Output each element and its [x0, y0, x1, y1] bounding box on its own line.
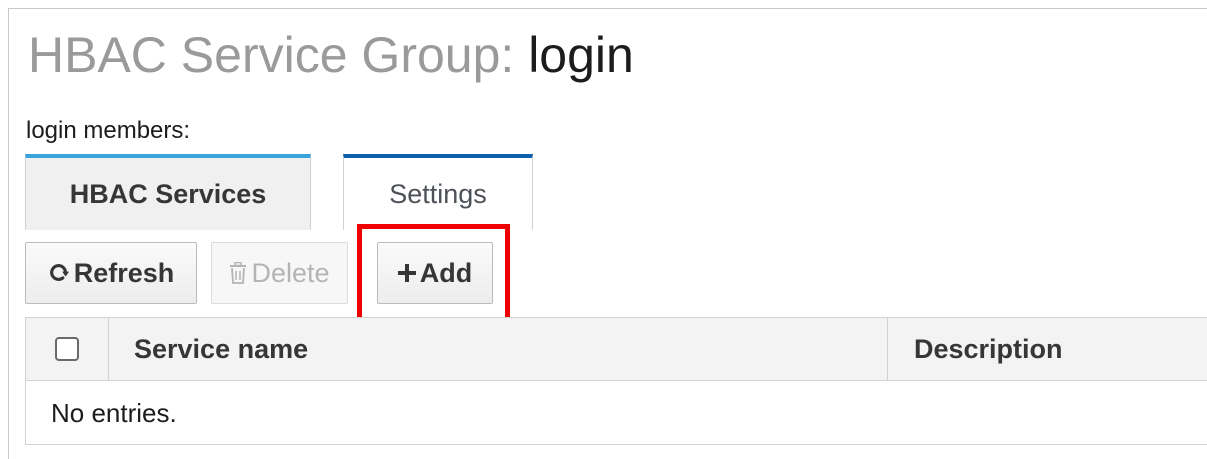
members-label: login members:	[26, 117, 191, 144]
column-header-description-label: Description	[914, 333, 1063, 364]
tab-hbac-services[interactable]: HBAC Services	[25, 154, 311, 230]
tab-settings[interactable]: Settings	[343, 154, 533, 230]
select-all-checkbox[interactable]	[55, 337, 79, 361]
refresh-icon	[48, 262, 70, 284]
column-header-service-name[interactable]: Service name	[109, 318, 888, 380]
table-header: Service name Description	[26, 318, 1207, 381]
tab-settings-label: Settings	[389, 178, 487, 209]
column-header-description[interactable]: Description	[888, 318, 1207, 380]
refresh-button[interactable]: Refresh	[25, 242, 197, 304]
column-header-service-name-label: Service name	[134, 333, 309, 364]
page-title: HBAC Service Group: login	[28, 20, 634, 90]
page-title-prefix: HBAC Service Group:	[28, 27, 515, 83]
add-button-highlight	[357, 224, 510, 322]
tab-hbac-services-label: HBAC Services	[69, 178, 267, 209]
trash-icon	[229, 262, 247, 284]
select-all-cell	[26, 318, 109, 380]
delete-button[interactable]: Delete	[211, 242, 348, 304]
delete-button-label: Delete	[251, 257, 330, 288]
refresh-button-label: Refresh	[73, 257, 175, 288]
empty-table-message: No entries.	[51, 397, 177, 428]
page-title-name: login	[528, 27, 634, 83]
members-table: Service name Description No entries.	[25, 317, 1207, 445]
